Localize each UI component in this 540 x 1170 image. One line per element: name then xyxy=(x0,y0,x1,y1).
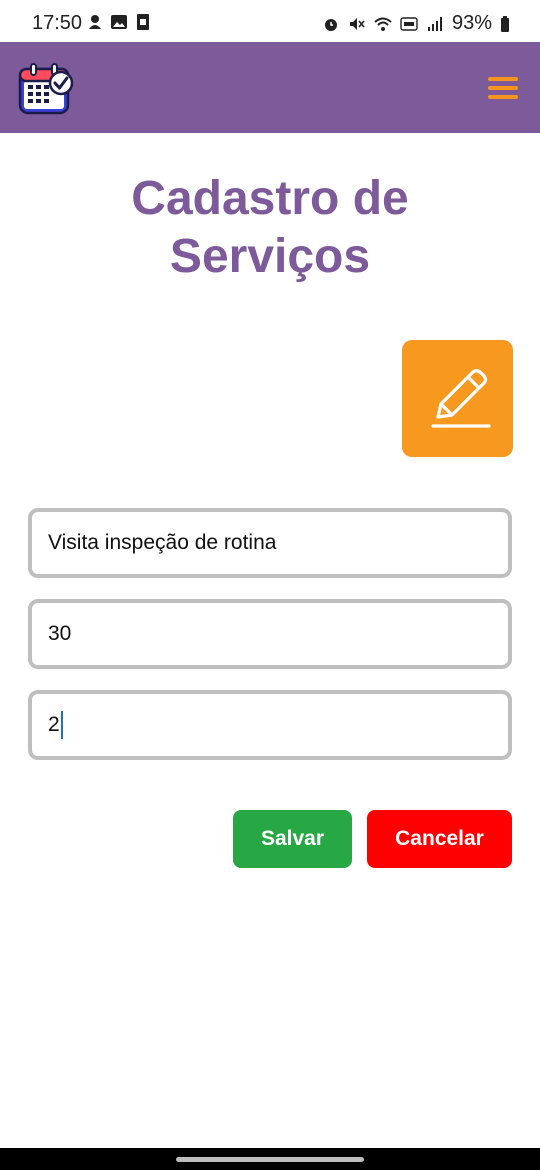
battery-percent: 93% xyxy=(451,12,492,34)
service-duration-value: 2 xyxy=(48,713,60,736)
gallery-icon xyxy=(111,15,127,29)
signal-icon xyxy=(427,16,442,31)
status-time: 17:50 xyxy=(32,12,83,34)
cancel-button[interactable]: Cancelar xyxy=(367,810,512,868)
service-name-input[interactable]: Visita inspeção de rotina xyxy=(28,508,512,578)
alarm-icon xyxy=(324,18,337,31)
pencil-icon xyxy=(430,368,491,428)
system-nav-bar xyxy=(0,1148,540,1170)
hamburger-icon xyxy=(488,95,518,99)
service-name-value: Visita inspeção de rotina xyxy=(48,531,277,554)
battery-icon xyxy=(501,15,509,32)
calendar-check-icon[interactable] xyxy=(18,61,74,117)
service-price-value: 30 xyxy=(48,622,72,645)
hamburger-icon xyxy=(488,86,518,90)
service-price-input[interactable]: 30 xyxy=(28,599,512,669)
page-title: Cadastro de Serviços xyxy=(0,170,540,286)
status-bar: 17:50 93% xyxy=(0,0,540,42)
app-header xyxy=(0,42,540,133)
hamburger-icon xyxy=(488,77,518,81)
home-gesture-handle[interactable] xyxy=(176,1157,364,1162)
volte-icon xyxy=(400,16,418,31)
edit-service-tile[interactable] xyxy=(402,340,513,457)
status-left-icons xyxy=(86,13,152,31)
text-caret xyxy=(60,711,63,739)
save-button[interactable]: Salvar xyxy=(233,810,352,868)
hamburger-menu-button[interactable] xyxy=(488,77,520,101)
page-title-line1: Cadastro de xyxy=(131,172,409,225)
page-title-line2: Serviços xyxy=(169,230,371,283)
sim-icon xyxy=(137,14,149,30)
status-right: 93% xyxy=(322,12,510,35)
mute-icon xyxy=(349,17,365,30)
wifi-icon xyxy=(374,17,392,31)
service-duration-input[interactable]: 2 xyxy=(28,690,512,760)
notification-icon xyxy=(89,15,101,29)
